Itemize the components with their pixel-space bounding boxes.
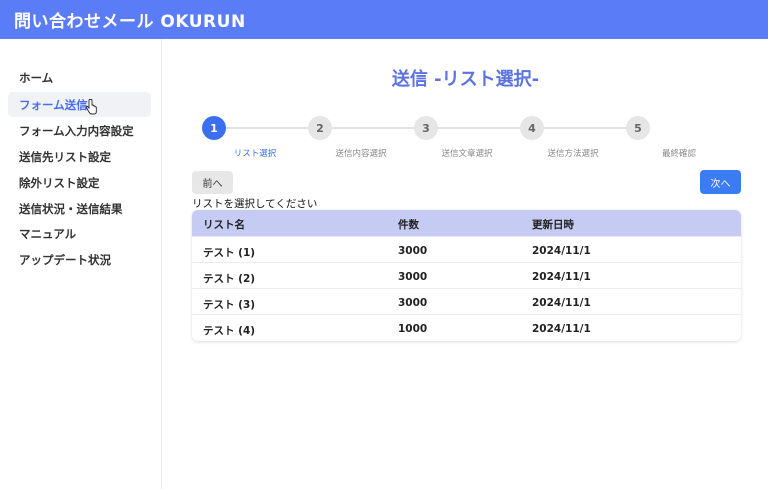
cell-list-name: テスト (3): [203, 299, 256, 311]
step-5-label: 最終確認: [661, 149, 696, 159]
cell-updated: 2024/11/1: [532, 271, 591, 283]
sidebar-item-label: 送信状況・送信結果: [19, 201, 123, 216]
sidebar-item-recipient-list-settings[interactable]: 送信先リスト設定: [8, 144, 151, 169]
main-content: 送信 -リスト選択- 1 2 3 4 5 リスト選択 送信内容選択 送信文章選択…: [163, 39, 768, 489]
cell-list-name: テスト (4): [203, 325, 256, 337]
step-1-label: リスト選択: [233, 149, 277, 159]
table-row[interactable]: テスト (3) 3000 2024/11/1: [192, 288, 741, 314]
cell-updated: 2024/11/1: [532, 297, 591, 309]
next-button[interactable]: 次へ: [700, 170, 741, 194]
instruction-text: リストを選択してください: [192, 198, 318, 210]
app-title: 問い合わせメール OKURUN: [14, 12, 246, 32]
cell-count: 3000: [398, 245, 428, 257]
step-3-label: 送信文章選択: [441, 149, 493, 159]
cell-count: 3000: [398, 271, 428, 283]
stepper-connector: [437, 127, 520, 129]
step-4-circle: 4: [520, 116, 544, 140]
cell-list-name: テスト (1): [203, 247, 256, 259]
table-row[interactable]: テスト (4) 1000 2024/11/1: [192, 314, 741, 340]
sidebar-item-form-input-settings[interactable]: フォーム入力内容設定: [8, 118, 151, 143]
stepper-connector: [226, 127, 321, 129]
cell-updated: 2024/11/1: [532, 245, 591, 257]
sidebar-item-label: 送信先リスト設定: [19, 149, 111, 164]
sidebar-item-exclusion-list-settings[interactable]: 除外リスト設定: [8, 170, 151, 195]
step-4-label: 送信方法選択: [547, 149, 599, 159]
table-row[interactable]: テスト (1) 3000 2024/11/1: [192, 236, 741, 262]
step-2-label: 送信内容選択: [335, 149, 387, 159]
sidebar-item-form-send[interactable]: フォーム送信: [8, 92, 151, 117]
sidebar-item-update-status[interactable]: アップデート状況: [8, 247, 151, 272]
step-5-circle: 5: [626, 116, 650, 140]
sidebar-item-send-status[interactable]: 送信状況・送信結果: [8, 196, 151, 221]
cell-count: 1000: [398, 323, 428, 335]
sidebar-item-label: ホーム: [19, 70, 54, 85]
table-header-row: リスト名 件数 更新日時: [192, 210, 741, 236]
cell-updated: 2024/11/1: [532, 323, 591, 335]
column-header-count: 件数: [398, 219, 419, 231]
column-header-list-name: リスト名: [203, 219, 245, 231]
prev-button[interactable]: 前へ: [192, 171, 233, 194]
sidebar-item-label: フォーム送信: [19, 97, 88, 112]
sidebar-item-manual[interactable]: マニュアル: [8, 221, 151, 246]
list-table: リスト名 件数 更新日時 テスト (1) 3000 2024/11/1 テスト …: [192, 210, 741, 341]
sidebar-item-home[interactable]: ホーム: [8, 65, 151, 90]
cell-count: 3000: [398, 297, 428, 309]
hand-pointer-icon: [85, 99, 97, 115]
sidebar-item-label: 除外リスト設定: [19, 175, 100, 190]
sidebar-item-label: マニュアル: [19, 226, 77, 241]
sidebar: ホーム フォーム送信 フォーム入力内容設定 送信先リスト設定 除外リスト設定 送…: [0, 39, 162, 489]
column-header-updated: 更新日時: [532, 219, 574, 231]
stepper-connector: [332, 127, 414, 129]
sidebar-item-label: フォーム入力内容設定: [19, 123, 134, 138]
page-title: 送信 -リスト選択-: [391, 69, 540, 90]
table-row[interactable]: テスト (2) 3000 2024/11/1: [192, 262, 741, 288]
app-header: 問い合わせメール OKURUN: [0, 0, 768, 39]
step-1-circle: 1: [202, 116, 226, 140]
stepper-connector: [543, 127, 626, 129]
step-3-circle: 3: [414, 116, 438, 140]
sidebar-item-label: アップデート状況: [19, 252, 111, 267]
cell-list-name: テスト (2): [203, 273, 256, 285]
step-2-circle: 2: [308, 116, 332, 140]
